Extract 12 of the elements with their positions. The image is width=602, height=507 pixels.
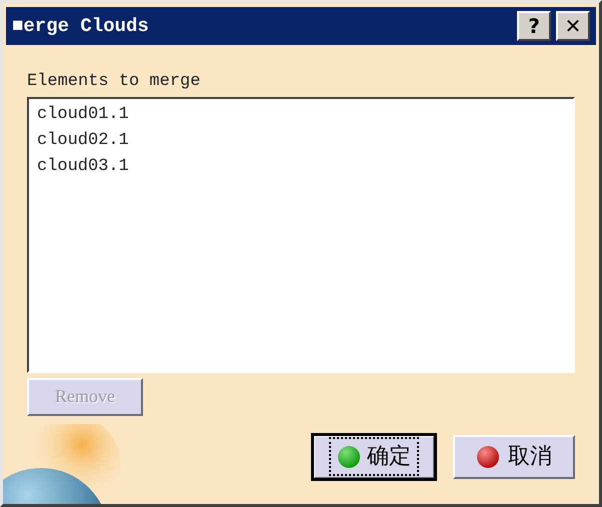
ball-icon [337, 444, 361, 468]
ball-icon [476, 444, 500, 468]
list-item[interactable]: cloud01.1 [37, 102, 565, 128]
elements-list[interactable]: cloud01.1 cloud02.1 cloud03.1 [27, 96, 575, 372]
cancel-button[interactable]: 取消 [453, 434, 575, 478]
list-item[interactable]: cloud02.1 [37, 128, 565, 154]
help-button[interactable]: ? [517, 11, 551, 41]
close-button[interactable]: ✕ [556, 11, 590, 41]
list-item[interactable]: cloud03.1 [37, 154, 565, 180]
window-title: ■erge Clouds [12, 14, 149, 39]
field-label: Elements to merge [27, 71, 202, 93]
ok-button[interactable]: 确定 [313, 434, 435, 478]
